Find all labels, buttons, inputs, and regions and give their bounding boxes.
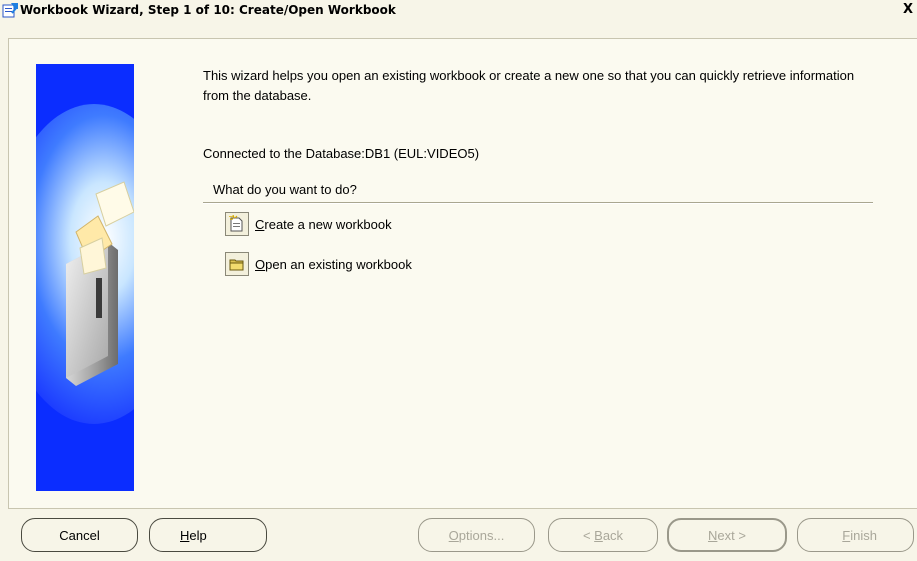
- question-divider: [203, 202, 873, 204]
- next-mnemonic: N: [708, 527, 718, 543]
- wizard-app-icon: [2, 2, 19, 19]
- help-mnemonic: H: [180, 527, 190, 543]
- button-bar-divider: [8, 508, 917, 509]
- options-button[interactable]: Options...: [418, 518, 535, 552]
- database-connection-text: Connected to the Database:DB1 (EUL:VIDEO…: [203, 146, 480, 161]
- finish-label-rest: inish: [850, 527, 877, 543]
- window-title: Workbook Wizard, Step 1 of 10: Create/Op…: [20, 3, 396, 17]
- wizard-intro-text: This wizard helps you open an existing w…: [203, 68, 855, 103]
- finish-button-label: Finish: [798, 528, 913, 543]
- help-button-label: Help: [150, 528, 266, 543]
- back-arrow-icon: <: [582, 527, 591, 543]
- next-button[interactable]: Next >: [667, 518, 787, 552]
- workbook-wizard-window: Workbook Wizard, Step 1 of 10: Create/Op…: [0, 0, 917, 561]
- next-button-label: Next >: [669, 528, 785, 543]
- open-label-rest: pen an existing workbook: [265, 256, 412, 272]
- create-mnemonic: C: [255, 216, 265, 232]
- options-button-label: Options...: [419, 528, 534, 543]
- wizard-content: This wizard helps you open an existing w…: [0, 38, 917, 509]
- back-button[interactable]: < Back: [548, 518, 658, 552]
- open-existing-workbook-option[interactable]: Open an existing workbook: [225, 251, 412, 277]
- close-icon[interactable]: X: [901, 3, 915, 18]
- cancel-button-label: Cancel: [59, 527, 100, 543]
- next-arrow-icon: >: [738, 527, 746, 543]
- action-question-label: What do you want to do?: [213, 182, 357, 197]
- filing-cabinet-illustration: [0, 64, 189, 491]
- back-label-rest: ack: [602, 527, 624, 543]
- help-label-rest: elp: [189, 527, 207, 543]
- create-new-workbook-option[interactable]: Create a new workbook: [225, 211, 392, 237]
- open-existing-workbook-label: Open an existing workbook: [255, 257, 412, 272]
- help-button[interactable]: Help: [149, 518, 267, 552]
- open-folder-icon: [225, 252, 249, 276]
- back-mnemonic: B: [594, 527, 603, 543]
- next-label-rest: ext: [717, 527, 735, 543]
- back-button-label: < Back: [549, 528, 657, 543]
- finish-button[interactable]: Finish: [797, 518, 914, 552]
- title-bar: Workbook Wizard, Step 1 of 10: Create/Op…: [0, 0, 917, 23]
- cancel-button[interactable]: Cancel: [21, 518, 138, 552]
- create-label-rest: reate a new workbook: [264, 216, 392, 232]
- open-mnemonic: O: [255, 256, 266, 272]
- new-workbook-icon: [225, 212, 249, 236]
- options-label-rest: ptions...: [458, 527, 505, 543]
- options-mnemonic: O: [448, 527, 459, 543]
- create-new-workbook-label: Create a new workbook: [255, 217, 392, 232]
